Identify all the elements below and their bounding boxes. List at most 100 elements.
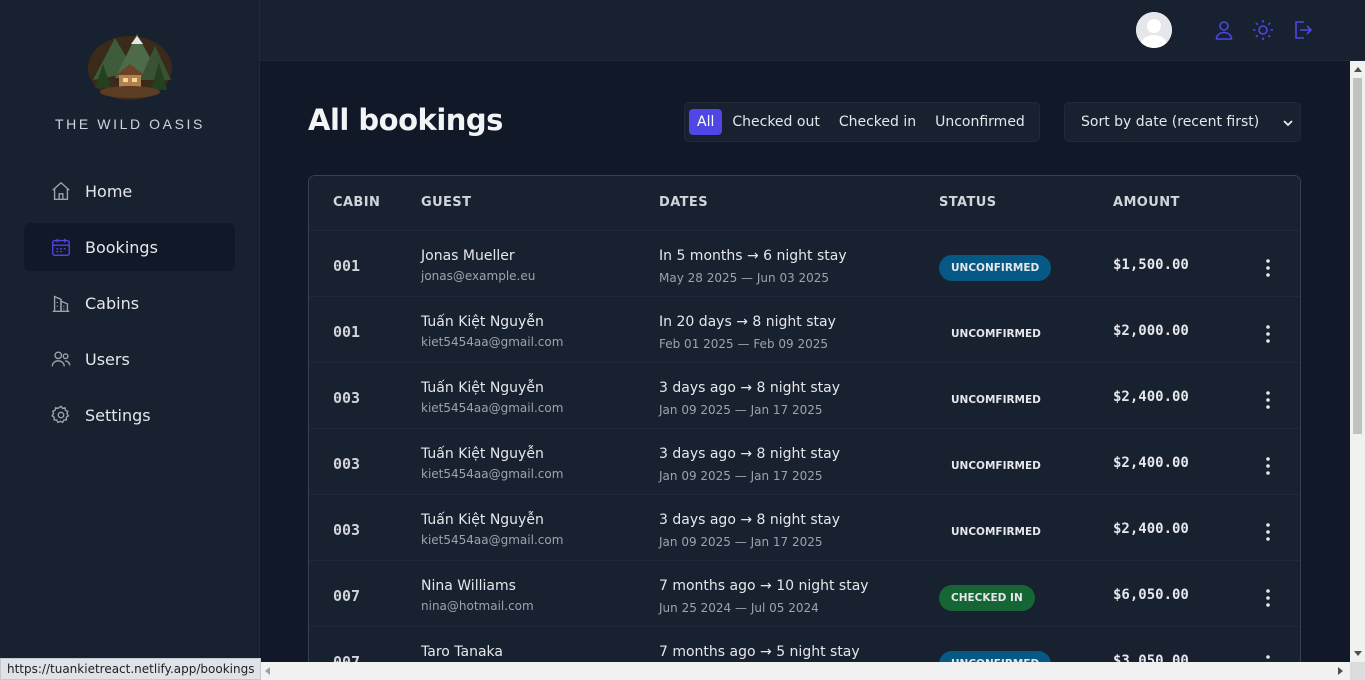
column-header-amount: AMOUNT <box>1113 195 1180 210</box>
guest-name: Taro Tanaka <box>421 644 503 660</box>
scroll-down-arrow-icon[interactable] <box>1354 651 1362 656</box>
booking-filter: All Checked out Checked in Unconfirmed <box>684 102 1040 142</box>
vertical-scrollbar[interactable] <box>1350 61 1365 662</box>
status-badge: UNCONFIRMED <box>939 255 1052 281</box>
buildings-icon <box>52 295 70 312</box>
table-header: CABIN GUEST DATES STATUS AMOUNT <box>309 176 1300 231</box>
stay-dates: Feb 01 2025 — Feb 09 2025 <box>659 337 828 351</box>
avatar[interactable] <box>1136 12 1172 48</box>
more-vertical-icon[interactable] <box>1256 389 1280 411</box>
stay-summary: 3 days ago → 8 night stay <box>659 446 840 462</box>
stay-summary: 7 months ago → 10 night stay <box>659 578 869 594</box>
gear-icon <box>51 405 70 424</box>
stay-summary: 3 days ago → 8 night stay <box>659 512 840 528</box>
guest-email: nina@hotmail.com <box>421 599 534 613</box>
guest-name: Tuấn Kiệt Nguyễn <box>421 512 544 528</box>
guest-email: kiet5454aa@gmail.com <box>421 533 564 547</box>
sun-icon[interactable] <box>1251 18 1275 42</box>
booking-amount: $2,400.00 <box>1113 521 1189 537</box>
page-title: All bookings <box>308 103 503 137</box>
cabin-number: 007 <box>333 587 361 605</box>
logo-image <box>88 34 172 100</box>
stay-summary: 3 days ago → 8 night stay <box>659 380 840 396</box>
main-content: All bookings All Checked out Checked in … <box>260 61 1350 662</box>
guest-name: Jonas Mueller <box>421 248 515 264</box>
booking-amount: $6,050.00 <box>1113 587 1189 603</box>
guest-name: Tuấn Kiệt Nguyễn <box>421 446 544 462</box>
sidebar-item-cabins[interactable]: Cabins <box>24 279 235 327</box>
vertical-scroll-thumb[interactable] <box>1353 78 1362 434</box>
table-row: 007 Taro Tanaka 7 months ago → 5 night sta… <box>309 627 1300 662</box>
cabin-number: 003 <box>333 521 361 539</box>
more-vertical-icon[interactable] <box>1256 455 1280 477</box>
stay-dates: Jun 25 2024 — Jul 05 2024 <box>659 601 819 615</box>
stay-dates: Jan 09 2025 — Jan 17 2025 <box>659 535 823 549</box>
more-vertical-icon[interactable] <box>1256 587 1280 609</box>
more-vertical-icon[interactable] <box>1256 323 1280 345</box>
more-vertical-icon[interactable] <box>1256 521 1280 543</box>
user-icon[interactable] <box>1212 18 1236 42</box>
scroll-left-arrow-icon[interactable] <box>265 667 270 675</box>
app-name: THE WILD OASIS <box>55 116 205 132</box>
more-vertical-icon[interactable] <box>1256 257 1280 279</box>
scroll-up-arrow-icon[interactable] <box>1354 67 1362 72</box>
filter-checked-in-button[interactable]: Checked in <box>830 109 925 135</box>
guest-email: kiet5454aa@gmail.com <box>421 467 564 481</box>
column-header-status: STATUS <box>939 195 997 210</box>
cabin-number: 003 <box>333 455 361 473</box>
sidebar-item-label: Cabins <box>85 293 140 313</box>
sidebar: THE WILD OASIS Home Bookings Cabins User… <box>0 0 260 680</box>
sidebar-item-users[interactable]: Users <box>24 335 235 383</box>
stay-dates: May 28 2025 — Jun 03 2025 <box>659 271 830 285</box>
cabin-number: 003 <box>333 389 361 407</box>
sort-selected-value: Sort by date (recent first) <box>1081 114 1260 130</box>
sidebar-item-bookings[interactable]: Bookings <box>24 223 235 271</box>
sidebar-item-home[interactable]: Home <box>24 167 235 215</box>
stay-summary: 7 months ago → 5 night stay <box>659 644 860 660</box>
sidebar-item-settings[interactable]: Settings <box>24 391 235 439</box>
booking-amount: $3,050.00 <box>1113 653 1189 662</box>
column-header-guest: GUEST <box>421 195 472 210</box>
booking-amount: $2,000.00 <box>1113 323 1189 339</box>
sidebar-item-label: Bookings <box>85 237 158 257</box>
sort-select[interactable]: Sort by date (recent first) <box>1064 102 1301 142</box>
status-badge: UNCOMFIRMED <box>951 328 1041 340</box>
status-badge: CHECKED IN <box>939 585 1035 611</box>
filter-checked-out-button[interactable]: Checked out <box>723 109 828 135</box>
sidebar-item-label: Users <box>85 349 130 369</box>
home-icon <box>52 181 70 200</box>
link-status-bar: https://tuankietreact.netlify.app/bookin… <box>0 658 262 680</box>
guest-name: Tuấn Kiệt Nguyễn <box>421 314 544 330</box>
filter-all-button[interactable]: All <box>689 109 723 135</box>
booking-amount: $2,400.00 <box>1113 389 1189 405</box>
stay-dates: Jan 09 2025 — Jan 17 2025 <box>659 469 823 483</box>
table-row: 003 Tuấn Kiệt Nguyễn kiet5454aa@gmail.com 3… <box>309 495 1300 561</box>
scroll-right-arrow-icon[interactable] <box>1338 667 1343 675</box>
bookings-table: CABIN GUEST DATES STATUS AMOUNT 001 Jonas… <box>308 175 1301 662</box>
table-row: 003 Tuấn Kiệt Nguyễn kiet5454aa@gmail.com 3… <box>309 363 1300 429</box>
table-row: 003 Tuấn Kiệt Nguyễn kiet5454aa@gmail.com 3… <box>309 429 1300 495</box>
status-badge: UNCOMFIRMED <box>951 394 1041 406</box>
stay-summary: In 20 days → 8 night stay <box>659 314 836 330</box>
logo: THE WILD OASIS <box>0 28 260 132</box>
status-badge: UNCOMFIRMED <box>951 526 1041 538</box>
table-row: 001 Tuấn Kiệt Nguyễn kiet5454aa@gmail.com I… <box>309 297 1300 363</box>
guest-email: kiet5454aa@gmail.com <box>421 335 564 349</box>
calendar-icon <box>52 238 70 256</box>
sidebar-item-label: Settings <box>85 405 151 425</box>
horizontal-scrollbar[interactable] <box>260 662 1350 680</box>
main-nav: Home Bookings Cabins Users Settings <box>24 167 235 447</box>
more-vertical-icon[interactable] <box>1256 653 1280 662</box>
column-header-cabin: CABIN <box>333 195 381 210</box>
sidebar-item-label: Home <box>85 181 133 201</box>
filter-unconfirmed-button[interactable]: Unconfirmed <box>926 109 1034 135</box>
logout-icon[interactable] <box>1290 18 1314 42</box>
cabin-number: 007 <box>333 653 361 662</box>
status-badge: UNCONFIRMED <box>939 651 1052 662</box>
status-badge: UNCOMFIRMED <box>951 460 1041 472</box>
column-header-dates: DATES <box>659 195 708 210</box>
booking-amount: $1,500.00 <box>1113 257 1189 273</box>
users-icon <box>51 351 71 367</box>
booking-amount: $2,400.00 <box>1113 455 1189 471</box>
cabin-number: 001 <box>333 257 361 275</box>
